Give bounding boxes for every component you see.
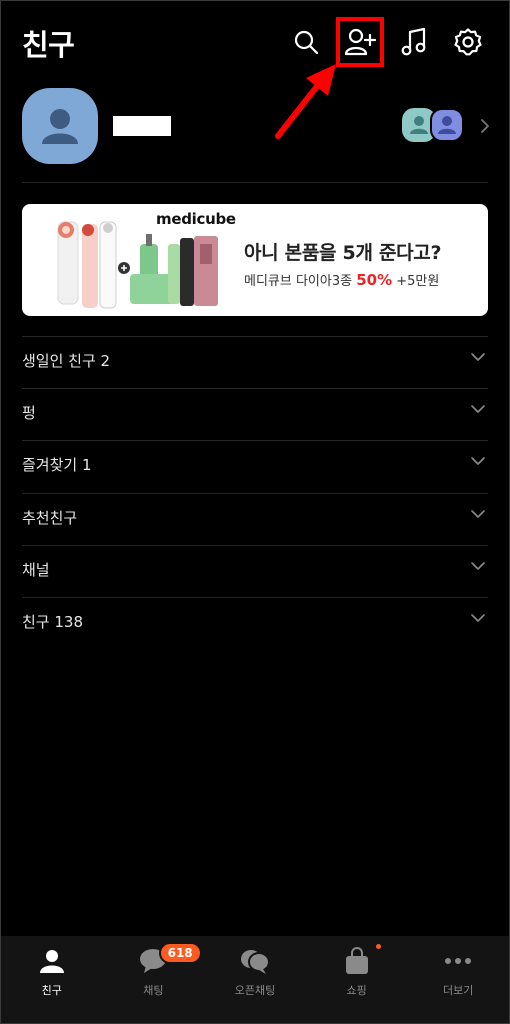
- section-channels[interactable]: 채널: [22, 543, 488, 595]
- page-title: 친구: [22, 28, 75, 62]
- default-person-icon: [42, 109, 78, 144]
- person-icon: [39, 950, 64, 973]
- my-profile[interactable]: [22, 88, 489, 166]
- bottom-tab-bar: 친구 618 채팅 오픈채팅 쇼핑 더보기: [1, 936, 509, 1023]
- chevron-down-icon: [471, 562, 485, 570]
- banner-subtext: 메디큐브 다이아3종 50% +5만원: [244, 270, 439, 289]
- banner-sub-suffix: +5만원: [392, 274, 440, 289]
- tab-label: 친구: [41, 984, 62, 997]
- section-favorites[interactable]: 즐겨찾기 1: [22, 438, 488, 490]
- section-friends[interactable]: 친구 138: [22, 595, 488, 647]
- search-icon: [294, 30, 319, 55]
- unread-badge: 618: [158, 942, 202, 964]
- section-label: 친구 138: [22, 612, 83, 631]
- open-chat-icon: [240, 950, 270, 974]
- tab-label: 채팅: [143, 984, 164, 997]
- tab-shopping[interactable]: 쇼핑: [306, 936, 408, 1023]
- header: 친구: [0, 0, 510, 139]
- multi-profile-button[interactable]: [402, 108, 486, 142]
- banner-discount: 50%: [356, 271, 393, 289]
- settings-button[interactable]: [450, 24, 486, 60]
- highlight-box: [336, 17, 384, 67]
- brand-logo: medicube: [156, 210, 236, 228]
- chevron-down-icon: [471, 353, 485, 361]
- tab-label: 쇼핑: [346, 984, 367, 997]
- search-button[interactable]: [288, 24, 324, 60]
- music-button[interactable]: [396, 24, 432, 60]
- avatar[interactable]: [22, 88, 98, 164]
- new-indicator-dot: [375, 944, 381, 949]
- tab-more[interactable]: 더보기: [407, 936, 509, 1023]
- chevron-right-icon: [481, 119, 489, 133]
- shopping-bag-icon: [345, 947, 368, 974]
- person-icon: [438, 116, 456, 134]
- chevron-down-icon: [471, 405, 485, 413]
- more-dots-icon: [445, 958, 472, 964]
- section-birthday-friends[interactable]: 생일인 친구 2: [22, 334, 488, 386]
- section-label: 추천친구: [22, 508, 78, 527]
- divider: [22, 182, 488, 183]
- banner-sub-prefix: 메디큐브 다이아3종: [244, 274, 357, 289]
- tab-label: 오픈채팅: [234, 984, 276, 997]
- section-recommended-friends[interactable]: 추천친구: [22, 491, 488, 543]
- chevron-down-icon: [471, 614, 485, 622]
- section-label: 즐겨찾기 1: [22, 455, 92, 474]
- multi-profile-avatar: [430, 108, 464, 142]
- section-pung[interactable]: 펑: [22, 386, 488, 438]
- tab-open-chat[interactable]: 오픈채팅: [204, 936, 306, 1023]
- section-label: 생일인 친구 2: [22, 351, 111, 370]
- chevron-down-icon: [471, 457, 485, 465]
- settings-icon: [454, 28, 482, 56]
- profile-name-redacted: [113, 116, 171, 136]
- section-label: 채널: [22, 560, 50, 579]
- tab-friends[interactable]: 친구: [1, 936, 103, 1023]
- section-label: 펑: [22, 403, 36, 422]
- music-icon: [401, 27, 426, 56]
- ad-banner[interactable]: medicube 아니 본품을 5개 준다고? 메디큐브 다이아3종 50% +…: [22, 204, 488, 316]
- chevron-down-icon: [471, 510, 485, 518]
- banner-headline: 아니 본품을 5개 준다고?: [244, 242, 442, 264]
- tab-label: 더보기: [442, 984, 474, 997]
- tab-chats[interactable]: 618 채팅: [103, 936, 205, 1023]
